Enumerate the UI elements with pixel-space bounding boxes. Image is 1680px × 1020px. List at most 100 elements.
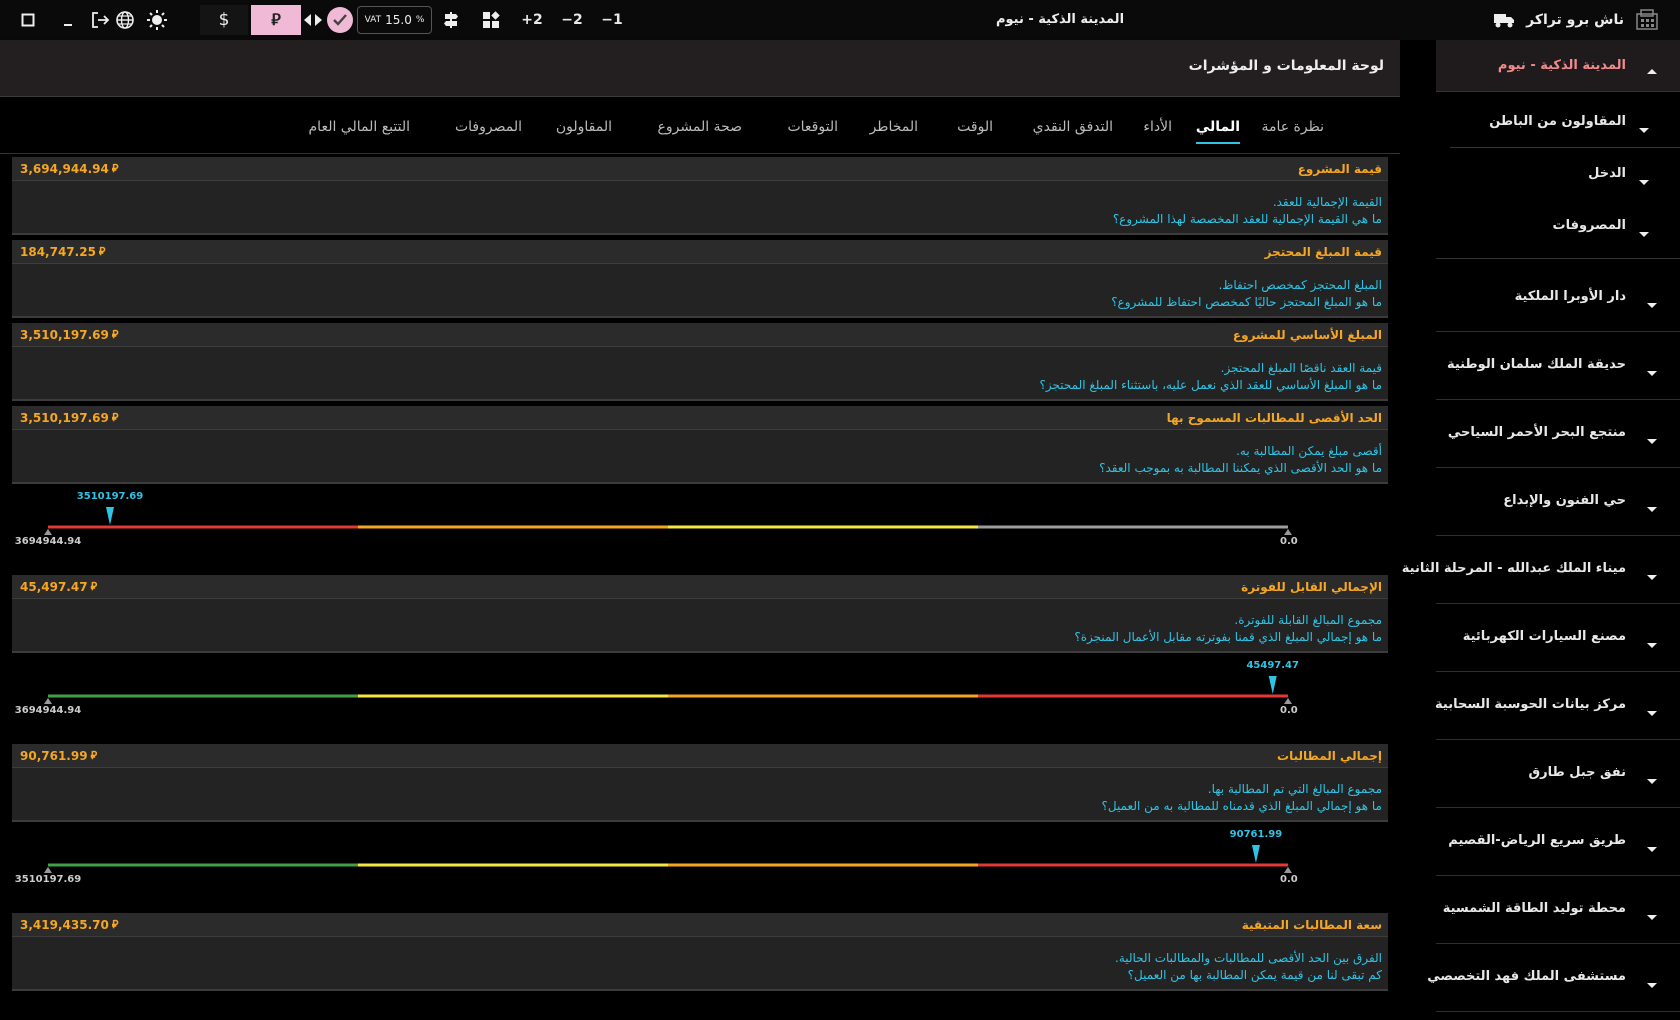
sidebar-active-project[interactable]: المدينة الذكية - نيوم [1436, 40, 1680, 92]
brand: ناش برو تراكر [1492, 0, 1660, 40]
tab-general-financial-tracking[interactable]: التتبع المالي العام [309, 112, 410, 152]
sidebar-project-label: ميناء الملك عبدالله - المرحلة الثانية [1401, 561, 1626, 576]
sidebar-project-item[interactable]: مستشفى الملك فهد التخصصي [1427, 944, 1680, 1012]
signpost-icon[interactable] [440, 0, 462, 40]
chevron-down-icon[interactable] [1646, 839, 1658, 858]
tab-risks[interactable]: المخاطر [870, 112, 918, 152]
vat-unit: % [415, 15, 425, 25]
tab-expenses[interactable]: المصروفات [455, 112, 522, 152]
chevron-down-icon[interactable] [1646, 431, 1658, 450]
sidebar-project-label: نفق جبل طارق [1528, 765, 1626, 780]
sidebar-active-project-label: المدينة الذكية - نيوم [1497, 58, 1626, 73]
tab-performance[interactable]: الأداء [1143, 112, 1172, 152]
widgets-icon[interactable] [480, 0, 502, 40]
gauge-max-label: 0.0 [1280, 536, 1298, 547]
chevron-down-icon[interactable] [1646, 635, 1658, 654]
kpi-card-remaining-capacity: سعة المطالبات المتبقية 3,419,435.70 ⃁ الف… [12, 913, 1388, 991]
chevron-down-icon[interactable] [1646, 295, 1658, 314]
vat-input[interactable]: VAT 15.0 % [357, 6, 432, 34]
sidebar-sub-item-income[interactable]: الدخل [1450, 150, 1680, 200]
chevron-down-icon[interactable] [1638, 224, 1650, 243]
chevron-down-icon[interactable] [1646, 907, 1658, 926]
zoom-minus-2-button[interactable]: −2 [558, 0, 586, 40]
tab-cashflow[interactable]: التدفق النقدي [1033, 112, 1113, 152]
sidebar-sub-item-label: المقاولون من الباطن [1489, 114, 1626, 129]
main-panel: لوحة المعلومات و المؤشرات نظرة عامة الما… [0, 40, 1400, 1020]
gauge-marker-label: 45497.47 [1246, 660, 1299, 671]
sidebar-project-item[interactable]: مركز بيانات الحوسبة السحابية [1435, 672, 1680, 740]
gauge-max-label: 0.0 [1280, 705, 1298, 716]
truck-icon [1492, 8, 1516, 32]
logout-icon[interactable] [87, 0, 113, 40]
kpi-question: كم تبقى لنا من قيمة يمكن المطالبة بها من… [1127, 968, 1382, 982]
sun-theme-icon[interactable] [144, 0, 170, 40]
gauge-endpoint-tick [44, 698, 52, 704]
sidebar-project-label: مركز بيانات الحوسبة السحابية [1435, 697, 1626, 712]
sidebar-project-label: حي الفنون والإبداع [1503, 493, 1626, 508]
gauge-marker [1268, 676, 1277, 694]
tab-time[interactable]: الوقت [957, 112, 993, 152]
kpi-card-base-amount: المبلغ الأساسي للمشروع 3,510,197.69 ⃁ قيم… [12, 323, 1388, 401]
tab-financial[interactable]: المالي [1195, 112, 1241, 152]
gauge-min-label: 3694944.94 [14, 536, 82, 547]
chevron-down-icon[interactable] [1646, 567, 1658, 586]
currency-riyal-button[interactable]: ⃁ [251, 5, 301, 35]
kpi-question: ما هي القيمة الإجمالية للعقد المخصصة لهذ… [1112, 212, 1382, 226]
tab-overview[interactable]: نظرة عامة [1261, 112, 1324, 152]
kpi-description: القيمة الإجمالية للعقد. [1272, 195, 1382, 209]
gauge-min-label: 3694944.94 [14, 705, 82, 716]
kpi-value: 3,510,197.69 ⃁ [20, 328, 119, 342]
kpi-title: المبلغ الأساسي للمشروع [1232, 328, 1382, 342]
gauge-total-claims: 90761.99 3510197.69 0.0 [15, 827, 1370, 889]
sidebar-project-item[interactable]: نفق جبل طارق [1436, 740, 1680, 808]
kpi-question: ما هو إجمالي المبلغ الذي قدمناه للمطالبة… [1101, 799, 1382, 813]
kpi-card-project-value: قيمة المشروع 3,694,944.94 ⃁ القيمة الإجما… [12, 157, 1388, 235]
sidebar-project-item[interactable]: حديقة الملك سلمان الوطنية [1436, 332, 1680, 400]
sidebar-project-label: دار الأوبرا الملكية [1514, 289, 1626, 304]
sidebar-project-label: مستشفى الملك فهد التخصصي [1427, 969, 1626, 984]
kpi-value: 3,510,197.69 ⃁ [20, 411, 119, 425]
sidebar-project-item[interactable]: طريق سريع الرياض-القصيم [1436, 808, 1680, 876]
chevron-down-icon[interactable] [1646, 363, 1658, 382]
maximize-icon[interactable] [16, 0, 40, 40]
sidebar-sub-item-expenses[interactable]: المصروفات [1450, 202, 1680, 252]
confirm-check-icon[interactable] [327, 7, 353, 33]
globe-icon[interactable] [113, 0, 137, 40]
gauge-endpoint-tick [1284, 698, 1292, 704]
sidebar-project-label: مصنع السيارات الكهربائية [1462, 629, 1626, 644]
gauge-marker [106, 507, 114, 525]
sidebar-sub-item-subcontractors[interactable]: المقاولون من الباطن [1450, 98, 1680, 148]
dashboard-header: لوحة المعلومات و المؤشرات [0, 40, 1400, 97]
kpi-question: ما هو الحد الأقصى الذي يمكننا المطالبة ب… [1099, 461, 1382, 475]
tab-contractors[interactable]: المقاولون [556, 112, 612, 152]
zoom-plus-2-button[interactable]: +2 [518, 0, 546, 40]
sidebar-project-item[interactable]: محطة توليد الطاقة الشمسية [1436, 876, 1680, 944]
top-bar: $ ⃁ VAT 15.0 % +2 −2 −1 المدينة الذكية -… [0, 0, 1680, 40]
tab-forecasts[interactable]: التوقعات [787, 112, 838, 152]
gauge-endpoint-tick [44, 529, 52, 535]
sidebar-project-item[interactable]: ميناء الملك عبدالله - المرحلة الثانية [1402, 536, 1680, 604]
app-logo-icon [1634, 7, 1660, 33]
chevron-down-icon[interactable] [1638, 172, 1650, 191]
kpi-question: ما هو المبلغ الأساسي للعقد الذي نعمل علي… [1039, 378, 1382, 392]
chevron-up-icon[interactable] [1646, 60, 1658, 79]
minimize-icon[interactable] [56, 0, 80, 40]
swap-arrows-icon[interactable] [302, 0, 324, 40]
sidebar-project-item[interactable]: مصنع السيارات الكهربائية [1436, 604, 1680, 672]
sidebar-project-item[interactable]: دار الأوبرا الملكية [1436, 264, 1680, 332]
chevron-down-icon[interactable] [1646, 975, 1658, 994]
brand-name: ناش برو تراكر [1526, 12, 1624, 28]
gauge-svg [44, 845, 1292, 873]
sidebar-project-item[interactable]: حي الفنون والإبداع [1436, 468, 1680, 536]
zoom-minus-1-button[interactable]: −1 [598, 0, 626, 40]
currency-dollar-button[interactable]: $ [200, 5, 248, 35]
chevron-down-icon[interactable] [1646, 703, 1658, 722]
sidebar-project-item[interactable]: منتجع البحر الأحمر السياحي [1436, 400, 1680, 468]
kpi-question: ما هو المبلغ المحتجز حاليًا كمخصص احتفاظ… [1111, 295, 1382, 309]
chevron-down-icon[interactable] [1646, 771, 1658, 790]
vat-value: 15.0 [385, 13, 412, 27]
tab-project-health[interactable]: صحة المشروع [658, 112, 742, 152]
kpi-title: قيمة المشروع [1297, 162, 1382, 176]
chevron-down-icon[interactable] [1646, 499, 1658, 518]
chevron-down-icon[interactable] [1638, 120, 1650, 139]
